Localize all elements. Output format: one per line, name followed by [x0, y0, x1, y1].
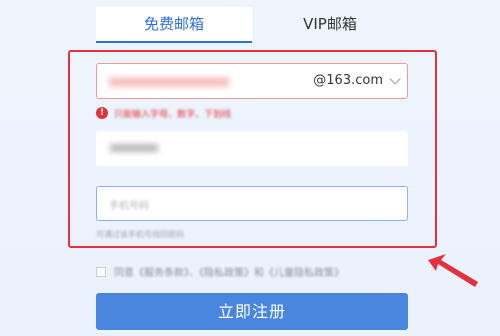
phone-placeholder: 手机号码: [109, 201, 149, 212]
domain-select-value: @163.com: [313, 73, 383, 88]
agreement-text[interactable]: 同意《服务条款》、《隐私政策》和《儿童隐私政策》: [114, 264, 344, 279]
error-icon: !: [96, 107, 108, 119]
arrow-icon: [428, 254, 478, 287]
password-field[interactable]: [96, 131, 408, 166]
tab-free-mail[interactable]: 免费邮箱: [96, 7, 252, 43]
email-error: ! 只能输入字母、数字、下划线: [96, 106, 231, 120]
agreement-checkbox[interactable]: [96, 266, 106, 277]
domain-select[interactable]: @163.com: [313, 64, 401, 98]
agreement-row: 同意《服务条款》、《隐私政策》和《儿童隐私政策》: [96, 264, 344, 279]
password-value-redacted: [110, 144, 158, 152]
phone-field[interactable]: 手机号码: [96, 186, 408, 221]
error-message: 只能输入字母、数字、下划线: [114, 109, 232, 120]
registration-page: 免费邮箱 VIP邮箱 @163.com ! 只能输入字母、数字、下划线 手机号码…: [0, 0, 500, 336]
chevron-down-icon: [389, 73, 401, 85]
tab-vip-mail[interactable]: VIP邮箱: [252, 7, 408, 43]
email-value-redacted: [109, 77, 229, 87]
phone-hint: 可通过该手机号找回密码: [96, 230, 184, 239]
mail-type-tabs: 免费邮箱 VIP邮箱: [96, 7, 408, 43]
email-field[interactable]: @163.com: [96, 63, 408, 99]
register-button[interactable]: 立即注册: [96, 293, 408, 330]
